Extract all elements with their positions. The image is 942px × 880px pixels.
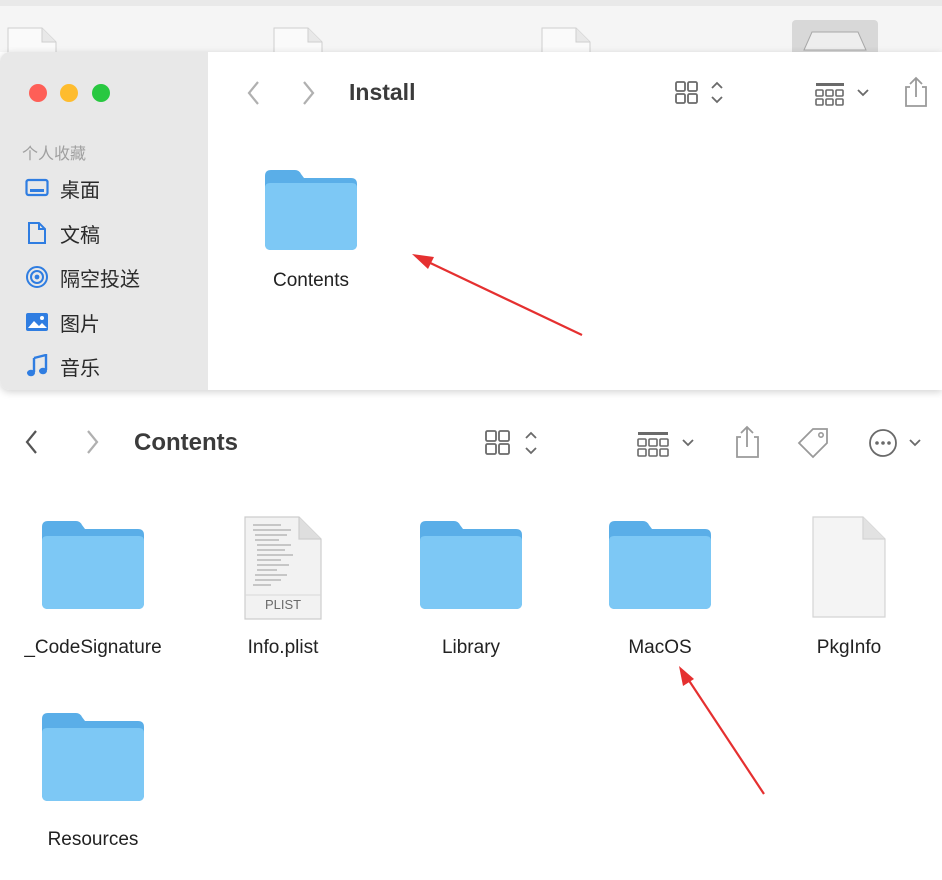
file-name: Resources — [47, 829, 139, 850]
file-name: Library — [441, 637, 501, 658]
ellipsis-circle-icon — [869, 429, 921, 457]
file-item-pkginfo[interactable]: PkgInfo — [774, 515, 924, 659]
sidebar-item-label: 隔空投送 — [60, 266, 140, 291]
window-title: Install — [349, 79, 416, 105]
forward-button[interactable] — [296, 78, 322, 108]
sidebar-item-label: 图片 — [60, 311, 100, 336]
sidebar-heading-favorites: 个人收藏 — [22, 144, 87, 163]
close-window-button[interactable] — [29, 84, 47, 102]
file-name: Contents — [272, 270, 350, 291]
sidebar-item-label: 音乐 — [60, 355, 100, 380]
view-mode-button[interactable] — [672, 78, 728, 108]
file-item-info-plist[interactable]: PLIST Info.plist — [208, 515, 358, 659]
zoom-window-button[interactable] — [92, 84, 110, 102]
share-button[interactable] — [900, 74, 932, 110]
group-grid-icon — [637, 432, 694, 457]
window-title: Contents — [134, 429, 238, 456]
tag-icon — [797, 428, 828, 459]
folder-icon — [265, 170, 357, 250]
file-item-library[interactable]: Library — [396, 517, 546, 659]
group-grid-icon — [815, 83, 869, 106]
forward-button[interactable] — [80, 427, 106, 457]
airdrop-icon — [24, 264, 50, 290]
file-item-resources[interactable]: Resources — [18, 709, 168, 851]
chevron-left-icon — [247, 81, 259, 105]
back-button[interactable] — [18, 427, 44, 457]
group-by-button[interactable] — [634, 427, 700, 459]
sidebar: 个人收藏 桌面 文稿 隔空投送 图片 音乐 — [0, 52, 208, 390]
chevron-left-icon — [25, 430, 37, 454]
file-name: PkgInfo — [816, 637, 882, 658]
file-item-macos[interactable]: MacOS — [585, 517, 735, 659]
share-button[interactable] — [730, 423, 764, 461]
tag-button[interactable] — [794, 425, 834, 461]
photos-icon — [24, 309, 50, 335]
folder-icon — [420, 521, 522, 609]
desktop-icon — [24, 175, 50, 201]
document-icon — [812, 516, 886, 618]
more-actions-button[interactable] — [866, 427, 930, 459]
folder-icon — [42, 713, 144, 801]
icon-view-grid-icon — [675, 81, 723, 104]
back-button[interactable] — [240, 78, 266, 108]
file-item-codesignature[interactable]: _CodeSignature — [18, 517, 168, 659]
document-icon — [24, 220, 50, 246]
file-item-contents[interactable]: Contents — [236, 166, 386, 292]
sidebar-item-desktop[interactable]: 桌面 — [24, 173, 194, 203]
chevron-right-icon — [303, 81, 315, 105]
share-icon — [905, 76, 927, 107]
folder-icon — [609, 521, 711, 609]
file-name: MacOS — [628, 637, 692, 658]
icon-view-grid-icon — [485, 430, 537, 455]
file-name: Info.plist — [247, 637, 319, 658]
minimize-window-button[interactable] — [60, 84, 78, 102]
sidebar-item-music[interactable]: 音乐 — [24, 351, 194, 381]
group-by-button[interactable] — [812, 78, 874, 108]
sidebar-item-label: 文稿 — [60, 222, 100, 247]
share-icon — [736, 425, 759, 458]
sidebar-item-pictures[interactable]: 图片 — [24, 307, 194, 337]
file-type-badge: PLIST — [264, 597, 302, 612]
sidebar-item-label: 桌面 — [60, 177, 100, 202]
annotation-arrow — [412, 254, 583, 336]
finder-window-contents: Contents _CodeSignature PLIST Info.plist… — [0, 405, 942, 880]
sidebar-item-documents[interactable]: 文稿 — [24, 218, 194, 248]
view-mode-button[interactable] — [482, 427, 542, 459]
file-name: _CodeSignature — [24, 637, 162, 658]
music-icon — [24, 353, 50, 379]
sidebar-item-airdrop[interactable]: 隔空投送 — [24, 262, 194, 292]
folder-icon — [42, 521, 144, 609]
chevron-right-icon — [87, 430, 99, 454]
annotation-arrow — [679, 666, 765, 795]
